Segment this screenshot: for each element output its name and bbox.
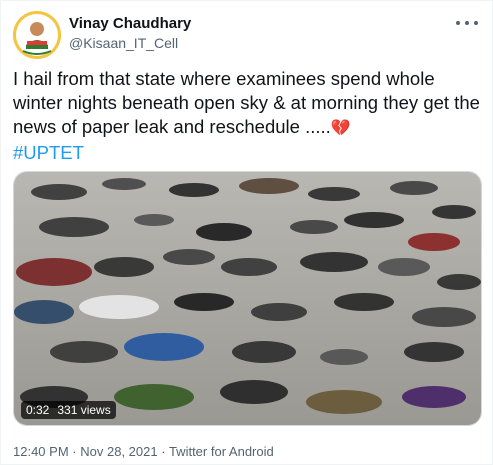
tweet-time[interactable]: 12:40 PM	[13, 444, 69, 459]
meta-separator: ·	[72, 444, 77, 459]
tweet-metadata: 12:40 PM · Nov 28, 2021 · Twitter for An…	[13, 444, 274, 459]
dot	[474, 21, 478, 25]
video-frame	[14, 172, 481, 425]
video-player[interactable]	[13, 171, 482, 426]
avatar[interactable]	[13, 11, 61, 59]
tweet-source[interactable]: Twitter for Android	[169, 444, 274, 459]
more-options-icon[interactable]	[456, 15, 478, 31]
avatar-image	[13, 11, 61, 59]
author-name[interactable]: Vinay Chaudhary	[69, 15, 191, 32]
dot	[465, 21, 469, 25]
tweet-card: Vinay Chaudhary @Kisaan_IT_Cell I hail f…	[0, 0, 493, 465]
broken-heart-emoji: 💔	[330, 120, 351, 137]
tweet-date[interactable]: Nov 28, 2021	[80, 444, 157, 459]
dot	[456, 21, 460, 25]
video-info-badge: 0:32 331 views	[21, 401, 116, 419]
tweet-body: I hail from that state where examinees s…	[13, 68, 480, 137]
video-views: 331 views	[57, 403, 111, 417]
author-handle[interactable]: @Kisaan_IT_Cell	[69, 35, 178, 51]
video-duration: 0:32	[26, 403, 50, 417]
meta-separator: ·	[161, 444, 166, 459]
tweet-text: I hail from that state where examinees s…	[13, 67, 483, 165]
hashtag-link[interactable]: #UPTET	[13, 142, 84, 163]
